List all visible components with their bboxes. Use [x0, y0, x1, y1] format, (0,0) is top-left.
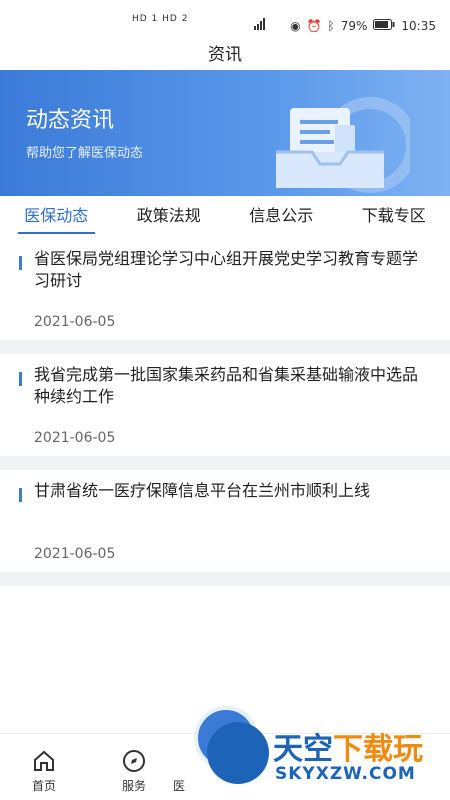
news-list: 省医保局党组理论学习中心组开展党史学习教育专题学习研讨 2021-06-05 我…: [0, 238, 450, 586]
tab-info-public[interactable]: 信息公示: [225, 196, 338, 236]
tab-policy[interactable]: 政策法规: [113, 196, 226, 236]
news-title: 我省完成第一批国家集采药品和省集采基础输液中选品种续约工作: [34, 365, 419, 406]
tab-downloads[interactable]: 下载专区: [338, 196, 450, 236]
divider: [0, 340, 450, 354]
status-bar: HD 1 HD 2 ◉ ⏰ ᛒ 79% 10:35: [0, 0, 450, 34]
news-date: 2021-06-05: [34, 430, 116, 446]
nav-medical-label: 医: [172, 779, 185, 793]
nav-medical[interactable]: 医: [164, 777, 194, 794]
news-title: 省医保局党组理论学习中心组开展党史学习教育专题学习研讨: [34, 249, 419, 290]
status-right: ◉ ⏰ ᛒ 79% 10:35: [254, 18, 436, 33]
divider: [0, 456, 450, 470]
compass-icon: [123, 750, 145, 772]
item-marker: [19, 372, 22, 386]
battery-icon: [373, 18, 395, 33]
home-icon: [34, 750, 54, 771]
item-marker: [19, 256, 22, 270]
list-item[interactable]: 省医保局党组理论学习中心组开展党史学习教育专题学习研讨 2021-06-05: [0, 238, 450, 340]
banner-title: 动态资讯: [26, 108, 115, 133]
battery-percent: 79%: [340, 18, 368, 33]
watermark-logo: 天空下载玩 SKYXZW.COM: [205, 720, 450, 790]
banner: 动态资讯 帮助您了解医保动态: [0, 70, 450, 196]
nav-home-label: 首页: [31, 779, 56, 793]
eye-icon: ◉: [290, 18, 301, 33]
page-title: 资讯: [208, 45, 242, 65]
document-tray-icon: [276, 97, 410, 193]
watermark-plane-icon: [207, 722, 269, 784]
watermark-domain: SKYXZW.COM: [275, 764, 416, 784]
list-item[interactable]: 我省完成第一批国家集采药品和省集采基础输液中选品种续约工作 2021-06-05: [0, 354, 450, 456]
news-title: 甘肃省统一医疗保障信息平台在兰州市顺利上线: [34, 481, 371, 500]
tab-bar: 医保动态 政策法规 信息公示 下载专区: [0, 196, 450, 236]
tab-medical-news[interactable]: 医保动态: [0, 196, 113, 236]
item-marker: [19, 488, 22, 502]
alarm-icon: ⏰: [306, 18, 322, 33]
news-date: 2021-06-05: [34, 546, 116, 562]
divider: [0, 572, 450, 586]
banner-subtitle: 帮助您了解医保动态: [26, 146, 144, 161]
bluetooth-icon: ᛒ: [327, 18, 335, 33]
clock: 10:35: [401, 18, 436, 33]
nav-service[interactable]: 服务: [104, 749, 164, 794]
signal-icon: [254, 18, 284, 33]
news-date: 2021-06-05: [34, 314, 116, 330]
sim-indicators: HD 1 HD 2: [132, 14, 189, 24]
list-item[interactable]: 甘肃省统一医疗保障信息平台在兰州市顺利上线 2021-06-05: [0, 470, 450, 572]
nav-service-label: 服务: [121, 779, 146, 793]
nav-home[interactable]: 首页: [14, 749, 74, 794]
watermark-text: 天空下载玩: [273, 732, 423, 767]
